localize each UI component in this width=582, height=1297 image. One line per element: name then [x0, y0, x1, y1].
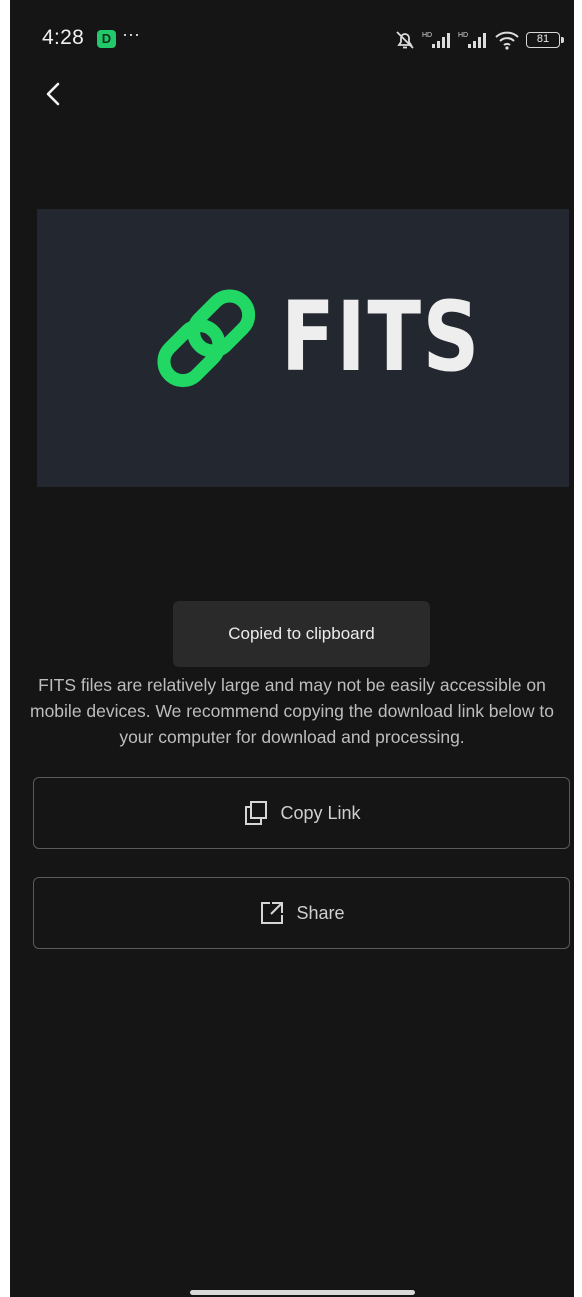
- copy-link-button[interactable]: Copy Link: [33, 777, 570, 849]
- svg-text:HD: HD: [422, 32, 432, 39]
- logo-text: FITS: [281, 281, 482, 393]
- app-notification-badge: D: [97, 30, 116, 48]
- chevron-left-icon: [46, 82, 60, 106]
- status-icons: HD HD 81: [394, 28, 564, 52]
- battery-icon: 81: [526, 32, 564, 48]
- back-button[interactable]: [38, 76, 72, 112]
- share-label: Share: [296, 902, 345, 923]
- svg-text:HD: HD: [458, 32, 468, 39]
- status-bar: 4:28 D ··· HD HD 81: [10, 0, 574, 80]
- toast-message: Copied to clipboard: [173, 601, 430, 667]
- share-icon: [261, 902, 284, 924]
- app-screen: 4:28 D ··· HD HD 81 FITS Copied to clipb…: [10, 0, 574, 1297]
- copy-icon: [245, 801, 268, 825]
- signal-hd-icon: HD: [422, 32, 450, 48]
- copy-link-label: Copy Link: [280, 802, 361, 823]
- fits-banner: FITS: [37, 209, 569, 487]
- signal-hd-icon: HD: [458, 32, 486, 48]
- more-notifications-icon: ···: [122, 24, 140, 44]
- share-button[interactable]: Share: [33, 877, 570, 949]
- description-text: FITS files are relatively large and may …: [30, 675, 554, 747]
- status-time: 4:28: [42, 26, 85, 49]
- silent-bell-icon: [396, 31, 414, 49]
- chain-link-icon: [157, 289, 256, 388]
- home-indicator[interactable]: [190, 1290, 415, 1295]
- wifi-icon: [495, 31, 519, 50]
